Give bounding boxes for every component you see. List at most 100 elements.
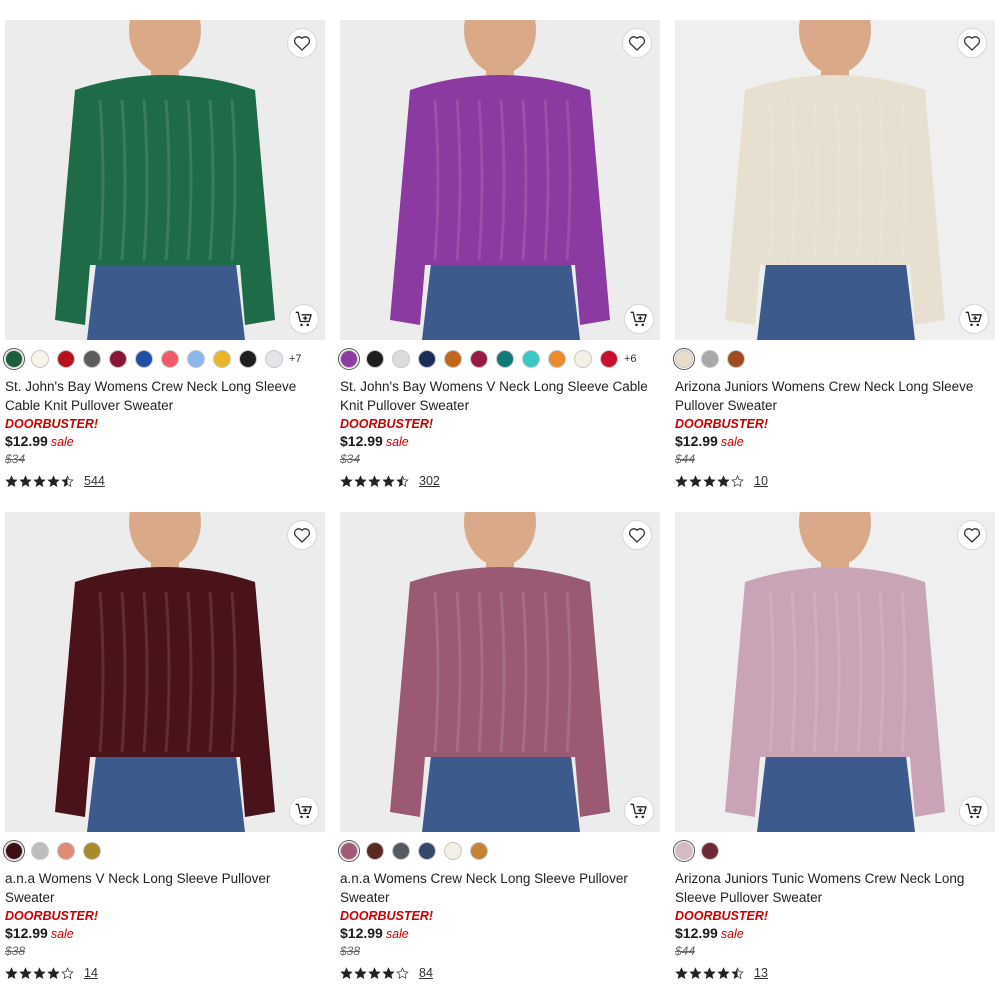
color-swatch[interactable] xyxy=(5,842,23,860)
color-swatch[interactable] xyxy=(135,350,153,368)
review-count-link[interactable]: 10 xyxy=(754,474,768,488)
color-swatch[interactable] xyxy=(340,842,358,860)
add-to-cart-button[interactable] xyxy=(624,304,654,334)
color-swatch[interactable] xyxy=(239,350,257,368)
more-colors-count[interactable]: +7 xyxy=(289,353,302,365)
cart-plus-icon xyxy=(295,311,312,327)
color-swatch[interactable] xyxy=(392,842,410,860)
heart-outline-icon xyxy=(628,36,646,51)
review-count-link[interactable]: 84 xyxy=(419,966,433,980)
add-to-cart-button[interactable] xyxy=(624,796,654,826)
color-swatch[interactable] xyxy=(83,350,101,368)
add-to-cart-button[interactable] xyxy=(289,796,319,826)
color-swatch[interactable] xyxy=(57,842,75,860)
star-icon xyxy=(396,966,409,979)
rating: 302 xyxy=(340,474,660,488)
color-swatch[interactable] xyxy=(57,350,75,368)
product-image[interactable] xyxy=(340,20,660,340)
color-swatch[interactable] xyxy=(727,350,745,368)
color-swatch[interactable] xyxy=(31,842,49,860)
star-icon xyxy=(368,966,381,979)
product-title[interactable]: a.n.a Womens V Neck Long Sleeve Pullover… xyxy=(5,869,320,907)
color-swatch[interactable] xyxy=(31,350,49,368)
color-swatch[interactable] xyxy=(470,842,488,860)
review-count-link[interactable]: 544 xyxy=(84,474,105,488)
color-swatch[interactable] xyxy=(701,842,719,860)
star-icon xyxy=(19,966,32,979)
add-to-favorites-button[interactable] xyxy=(622,520,652,550)
promo-badge: DOORBUSTER! xyxy=(675,417,769,431)
model-photo xyxy=(675,20,995,340)
star-icon xyxy=(368,474,381,487)
color-swatch[interactable] xyxy=(675,842,693,860)
more-colors-count[interactable]: +6 xyxy=(624,353,637,365)
color-swatch[interactable] xyxy=(161,350,179,368)
color-swatch[interactable] xyxy=(418,842,436,860)
review-count-link[interactable]: 14 xyxy=(84,966,98,980)
color-swatch[interactable] xyxy=(340,350,358,368)
add-to-cart-button[interactable] xyxy=(959,304,989,334)
product-card-2: +6 St. John's Bay Womens V Neck Long Sle… xyxy=(340,20,660,488)
color-swatch[interactable] xyxy=(265,350,283,368)
price-row: $12.99 sale xyxy=(340,432,660,452)
add-to-cart-button[interactable] xyxy=(289,304,319,334)
product-title[interactable]: St. John's Bay Womens Crew Neck Long Sle… xyxy=(5,377,320,415)
add-to-favorites-button[interactable] xyxy=(622,28,652,58)
product-title[interactable]: a.n.a Womens Crew Neck Long Sleeve Pullo… xyxy=(340,869,655,907)
add-to-cart-button[interactable] xyxy=(959,796,989,826)
color-swatch[interactable] xyxy=(444,842,462,860)
product-title[interactable]: St. John's Bay Womens V Neck Long Sleeve… xyxy=(340,377,655,415)
add-to-favorites-button[interactable] xyxy=(957,28,987,58)
star-icon xyxy=(382,966,395,979)
color-swatch[interactable] xyxy=(470,350,488,368)
cart-plus-icon xyxy=(965,803,982,819)
color-swatch[interactable] xyxy=(83,842,101,860)
sale-label: sale xyxy=(720,435,744,449)
star-rating xyxy=(675,966,745,980)
product-title[interactable]: Arizona Juniors Tunic Womens Crew Neck L… xyxy=(675,869,990,907)
star-icon xyxy=(396,474,409,487)
color-swatch[interactable] xyxy=(574,350,592,368)
star-icon xyxy=(675,474,688,487)
sale-price: $12.99 xyxy=(5,433,48,449)
review-count-link[interactable]: 13 xyxy=(754,966,768,980)
add-to-favorites-button[interactable] xyxy=(287,520,317,550)
color-swatch[interactable] xyxy=(548,350,566,368)
add-to-favorites-button[interactable] xyxy=(287,28,317,58)
review-count-link[interactable]: 302 xyxy=(419,474,440,488)
color-swatch[interactable] xyxy=(675,350,693,368)
color-swatch[interactable] xyxy=(600,350,618,368)
color-swatch[interactable] xyxy=(444,350,462,368)
sale-label: sale xyxy=(50,435,74,449)
color-swatch[interactable] xyxy=(392,350,410,368)
original-price: $44 xyxy=(675,944,696,958)
color-swatch[interactable] xyxy=(187,350,205,368)
color-swatch[interactable] xyxy=(366,350,384,368)
color-swatch[interactable] xyxy=(213,350,231,368)
color-swatch[interactable] xyxy=(496,350,514,368)
promo-badge: DOORBUSTER! xyxy=(5,909,99,923)
star-icon xyxy=(689,966,702,979)
product-image[interactable] xyxy=(340,512,660,832)
sale-price: $12.99 xyxy=(675,433,718,449)
color-swatch[interactable] xyxy=(5,350,23,368)
star-icon xyxy=(382,474,395,487)
color-swatch[interactable] xyxy=(418,350,436,368)
add-to-favorites-button[interactable] xyxy=(957,520,987,550)
color-swatch[interactable] xyxy=(522,350,540,368)
color-swatch[interactable] xyxy=(366,842,384,860)
product-card-1: +7 St. John's Bay Womens Crew Neck Long … xyxy=(5,20,325,488)
sale-price: $12.99 xyxy=(340,925,383,941)
product-image[interactable] xyxy=(675,20,995,340)
color-swatch[interactable] xyxy=(109,350,127,368)
product-title[interactable]: Arizona Juniors Womens Crew Neck Long Sl… xyxy=(675,377,990,415)
price-row: $12.99 sale xyxy=(675,432,995,452)
product-card-4: a.n.a Womens V Neck Long Sleeve Pullover… xyxy=(5,512,325,980)
star-icon xyxy=(340,474,353,487)
product-card-6: Arizona Juniors Tunic Womens Crew Neck L… xyxy=(675,512,995,980)
product-image[interactable] xyxy=(5,512,325,832)
color-swatch[interactable] xyxy=(701,350,719,368)
star-icon xyxy=(731,474,744,487)
product-image[interactable] xyxy=(5,20,325,340)
product-image[interactable] xyxy=(675,512,995,832)
